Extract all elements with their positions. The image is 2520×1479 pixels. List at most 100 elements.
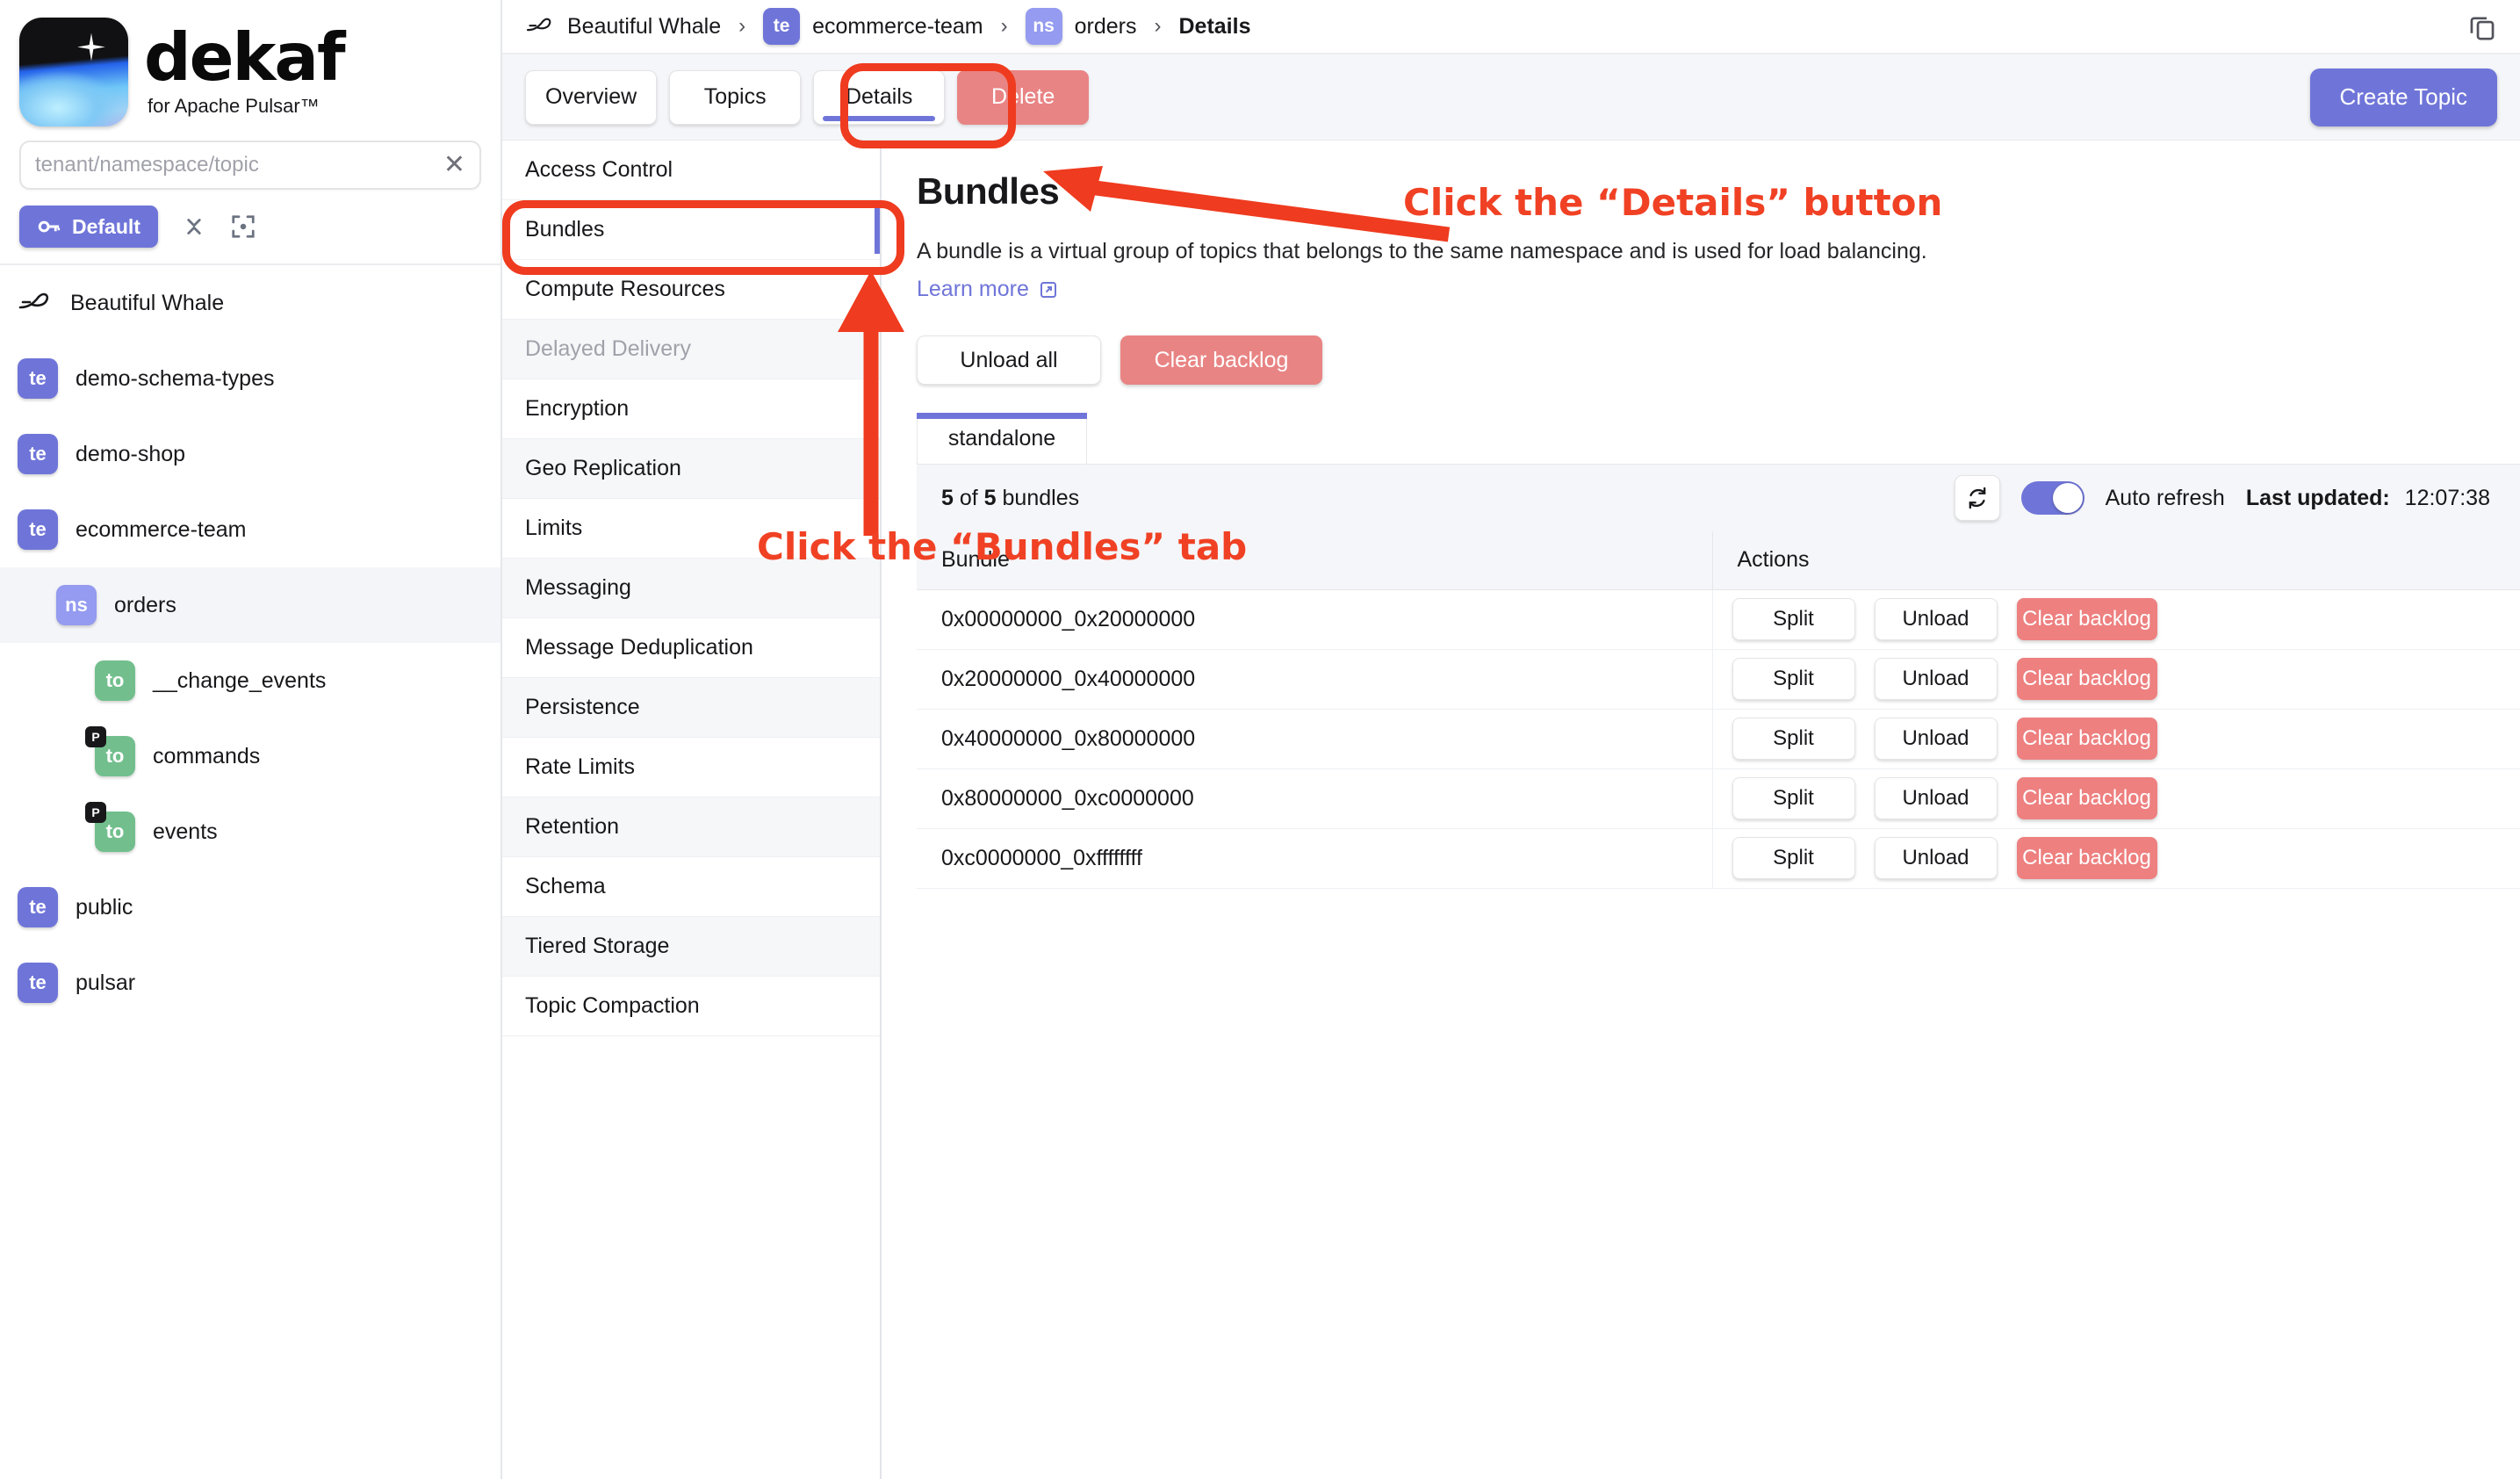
cluster-tab-standalone[interactable]: standalone bbox=[917, 413, 1087, 464]
main-area: Beautiful Whale › te ecommerce-team › ns… bbox=[502, 0, 2520, 1479]
auto-refresh-toggle[interactable] bbox=[2020, 481, 2084, 515]
unload-button[interactable]: Unload bbox=[1874, 777, 1998, 819]
tab-overview[interactable]: Overview bbox=[525, 69, 658, 125]
whale-icon bbox=[18, 292, 49, 309]
search-input[interactable] bbox=[35, 153, 438, 177]
split-button[interactable]: Split bbox=[1732, 777, 1855, 819]
settings-item-compute-resources[interactable]: Compute Resources bbox=[502, 260, 880, 320]
unload-button[interactable]: Unload bbox=[1874, 658, 1998, 700]
split-button[interactable]: Split bbox=[1732, 837, 1855, 879]
unload-button[interactable]: Unload bbox=[1874, 718, 1998, 760]
bundle-count-shown: 5 bbox=[941, 485, 954, 510]
delete-button[interactable]: Delete bbox=[957, 69, 1090, 125]
settings-item-delayed-delivery[interactable]: Delayed Delivery bbox=[502, 320, 880, 379]
namespace-tag: ns bbox=[1025, 8, 1062, 45]
settings-item-messaging[interactable]: Messaging bbox=[502, 559, 880, 618]
focus-icon[interactable] bbox=[230, 213, 256, 240]
settings-item-schema[interactable]: Schema bbox=[502, 857, 880, 917]
tenant-tag: te bbox=[18, 434, 58, 474]
settings-item-message-deduplication[interactable]: Message Deduplication bbox=[502, 618, 880, 678]
tree-item-label: orders bbox=[114, 592, 176, 617]
settings-item-encryption[interactable]: Encryption bbox=[502, 379, 880, 439]
settings-item-geo-replication[interactable]: Geo Replication bbox=[502, 439, 880, 499]
split-button[interactable]: Split bbox=[1732, 598, 1855, 640]
external-link-icon bbox=[1040, 281, 1056, 298]
key-icon bbox=[38, 220, 61, 233]
clear-backlog-button[interactable]: Clear backlog bbox=[2016, 718, 2157, 760]
namespace-tag: ns bbox=[56, 585, 97, 625]
settings-item-persistence[interactable]: Persistence bbox=[502, 678, 880, 738]
unload-button[interactable]: Unload bbox=[1874, 598, 1998, 640]
collapse-icon[interactable] bbox=[181, 213, 207, 240]
dekaf-logo-icon bbox=[19, 18, 128, 126]
tree-item-topic-events[interactable]: P to events bbox=[0, 794, 500, 869]
refresh-button[interactable] bbox=[1954, 475, 2000, 521]
settings-item-retention[interactable]: Retention bbox=[502, 797, 880, 857]
clear-backlog-button[interactable]: Clear backlog bbox=[2016, 777, 2157, 819]
bundle-count-total: 5 bbox=[983, 485, 997, 510]
tree-item-tenant-demo-schema-types[interactable]: te demo-schema-types bbox=[0, 341, 500, 416]
clear-backlog-button[interactable]: Clear backlog bbox=[2016, 598, 2157, 640]
topic-tag-text: to bbox=[105, 745, 125, 767]
tree-item-label: pulsar bbox=[76, 970, 136, 995]
tree-item-label: demo-shop bbox=[76, 441, 186, 466]
search-section: ✕ bbox=[0, 133, 500, 190]
tree-item-tenant-pulsar[interactable]: te pulsar bbox=[0, 945, 500, 1021]
tenant-tag: te bbox=[18, 963, 58, 1003]
tree-item-topic-commands[interactable]: P to commands bbox=[0, 718, 500, 794]
tree-item-topic-change-events[interactable]: to __change_events bbox=[0, 643, 500, 718]
breadcrumb-namespace[interactable]: ns orders bbox=[1025, 8, 1136, 45]
split-button[interactable]: Split bbox=[1732, 658, 1855, 700]
settings-item-access-control[interactable]: Access Control bbox=[502, 141, 880, 200]
default-key-button[interactable]: Default bbox=[19, 206, 158, 248]
row-actions-cell: Split Unload Clear backlog bbox=[1711, 768, 2520, 829]
breadcrumb-cluster[interactable]: Beautiful Whale bbox=[525, 14, 721, 40]
tree-item-label: commands bbox=[153, 743, 261, 768]
topic-tag-text: to bbox=[105, 820, 125, 842]
clear-backlog-button[interactable]: Clear backlog bbox=[2016, 837, 2157, 879]
tree-item-tenant-demo-shop[interactable]: te demo-shop bbox=[0, 416, 500, 492]
copy-icon[interactable] bbox=[2467, 11, 2497, 41]
tenant-tag: te bbox=[18, 509, 58, 550]
content-body: Access Control Bundles Compute Resources… bbox=[502, 141, 2520, 1479]
settings-item-rate-limits[interactable]: Rate Limits bbox=[502, 738, 880, 797]
search-box[interactable]: ✕ bbox=[19, 141, 481, 190]
breadcrumb-tenant-label: ecommerce-team bbox=[812, 13, 983, 39]
settings-item-limits[interactable]: Limits bbox=[502, 499, 880, 559]
split-button[interactable]: Split bbox=[1732, 718, 1855, 760]
tree-item-label: ecommerce-team bbox=[76, 516, 247, 542]
settings-item-topic-compaction[interactable]: Topic Compaction bbox=[502, 977, 880, 1036]
table-row: 0xc0000000_0xffffffff Split Unload Clear… bbox=[917, 828, 2520, 889]
chevron-right-icon: › bbox=[1000, 14, 1008, 38]
close-icon[interactable]: ✕ bbox=[438, 152, 465, 178]
table-row: 0x00000000_0x20000000 Split Unload Clear… bbox=[917, 589, 2520, 650]
settings-item-bundles[interactable]: Bundles bbox=[502, 200, 880, 260]
topic-tag: P to bbox=[85, 802, 135, 852]
breadcrumb-current: Details bbox=[1178, 13, 1251, 39]
bundle-count: 5 of 5 bundles bbox=[941, 486, 1079, 511]
unload-button[interactable]: Unload bbox=[1874, 837, 1998, 879]
last-updated-value: 12:07:38 bbox=[2404, 485, 2490, 510]
tree-item-label: __change_events bbox=[153, 667, 327, 693]
breadcrumb-tenant[interactable]: te ecommerce-team bbox=[763, 8, 983, 45]
settings-item-tiered-storage[interactable]: Tiered Storage bbox=[502, 917, 880, 977]
tree-item-tenant-public[interactable]: te public bbox=[0, 869, 500, 945]
clear-backlog-button[interactable]: Clear backlog bbox=[2016, 658, 2157, 700]
breadcrumb-cluster-label: Beautiful Whale bbox=[567, 13, 722, 39]
learn-more-link[interactable]: Learn more bbox=[917, 277, 1059, 302]
table-toolbar: 5 of 5 bundles Auto refresh Last updated… bbox=[917, 465, 2520, 531]
tree-item-namespace-orders[interactable]: ns orders bbox=[0, 567, 500, 643]
clear-backlog-all-button[interactable]: Clear backlog bbox=[1120, 335, 1322, 385]
tree-item-tenant-ecommerce-team[interactable]: te ecommerce-team bbox=[0, 492, 500, 567]
create-topic-button[interactable]: Create Topic bbox=[2309, 68, 2497, 126]
bundle-id: 0x20000000_0x40000000 bbox=[917, 649, 1712, 710]
tab-topics[interactable]: Topics bbox=[669, 69, 802, 125]
unload-all-button[interactable]: Unload all bbox=[917, 335, 1101, 385]
resource-tree: Beautiful Whale te demo-schema-types te … bbox=[0, 263, 500, 1021]
bundle-count-of: of bbox=[959, 485, 978, 510]
brand-name: dekaf bbox=[144, 18, 346, 97]
tab-details[interactable]: Details bbox=[813, 69, 946, 125]
tenant-tag: te bbox=[18, 887, 58, 927]
tree-item-cluster[interactable]: Beautiful Whale bbox=[0, 265, 500, 341]
bundle-id: 0xc0000000_0xffffffff bbox=[917, 828, 1712, 889]
